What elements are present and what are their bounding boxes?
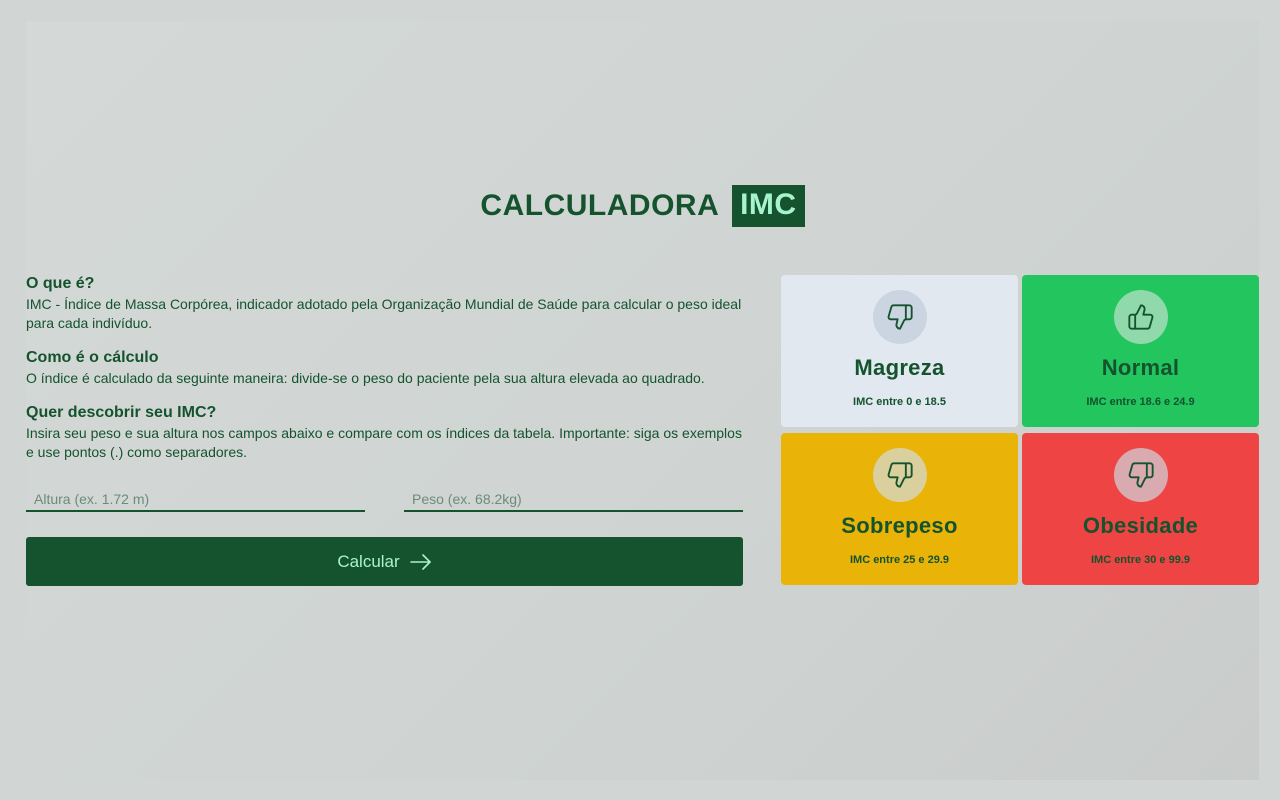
weight-input[interactable] — [404, 488, 743, 512]
card-obesidade: Obesidade IMC entre 30 e 99.9 — [1022, 433, 1259, 585]
card-range: IMC entre 25 e 29.9 — [849, 554, 950, 566]
calc-heading: Como é o cálculo — [26, 349, 159, 366]
what-block: O que é? IMC - Índice de Massa Corpórea,… — [26, 274, 743, 333]
height-input[interactable] — [26, 488, 365, 512]
card-range: IMC entre 18.6 e 24.9 — [1086, 396, 1195, 408]
thumbs-up-icon — [1128, 304, 1154, 330]
icon-badge — [873, 290, 927, 344]
card-title: Obesidade — [1082, 513, 1199, 538]
thumbs-down-icon — [887, 304, 913, 330]
icon-badge — [873, 448, 927, 502]
calc-block: Como é o cálculo O índice é calculado da… — [26, 348, 743, 388]
calculate-button[interactable]: Calcular — [26, 537, 743, 586]
card-title: Magreza — [854, 355, 945, 380]
main-container: CALCULADORA IMC O que é? IMC - Índice de… — [26, 21, 1259, 780]
title-badge: IMC — [732, 185, 805, 227]
thumbs-down-icon — [1128, 462, 1154, 488]
card-title: Sobrepeso — [841, 513, 958, 538]
card-range: IMC entre 0 e 18.5 — [853, 396, 946, 408]
icon-badge — [1114, 290, 1168, 344]
title-main: CALCULADORA — [480, 189, 720, 222]
card-magreza: Magreza IMC entre 0 e 18.5 — [781, 275, 1018, 427]
bmi-table: Magreza IMC entre 0 e 18.5 Normal IMC en… — [781, 275, 1259, 585]
calc-text: O índice é calculado da seguinte maneira… — [26, 370, 705, 386]
arrow-right-icon — [409, 553, 431, 570]
input-row — [26, 488, 743, 514]
info-section: O que é? IMC - Índice de Massa Corpórea,… — [26, 274, 743, 477]
card-range: IMC entre 30 e 99.9 — [1090, 554, 1191, 566]
card-sobrepeso: Sobrepeso IMC entre 25 e 29.9 — [781, 433, 1018, 585]
what-heading: O que é? — [26, 275, 95, 292]
page-title: CALCULADORA IMC — [26, 185, 1259, 227]
discover-heading: Quer descobrir seu IMC? — [26, 404, 217, 421]
discover-text: Insira seu peso e sua altura nos campos … — [26, 425, 742, 460]
card-normal: Normal IMC entre 18.6 e 24.9 — [1022, 275, 1259, 427]
card-title: Normal — [1101, 355, 1180, 380]
what-text: IMC - Índice de Massa Corpórea, indicado… — [26, 296, 742, 331]
thumbs-down-icon — [887, 462, 913, 488]
discover-block: Quer descobrir seu IMC? Insira seu peso … — [26, 403, 743, 462]
icon-badge — [1114, 448, 1168, 502]
calculate-button-label: Calcular — [337, 551, 400, 571]
